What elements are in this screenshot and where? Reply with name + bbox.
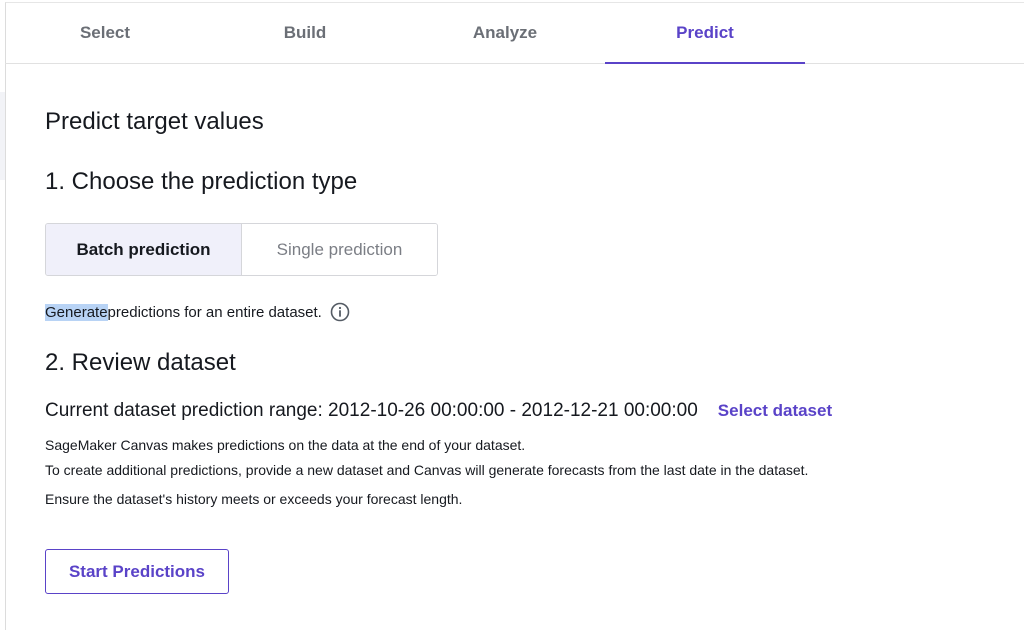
prediction-type-toggle: Batch prediction Single prediction [45,223,438,276]
workflow-tabs: Select Build Analyze Predict [5,2,1024,64]
tab-select[interactable]: Select [5,2,205,63]
prediction-range-text: Current dataset prediction range: 2012-1… [45,400,698,421]
section-title-review-dataset: 2. Review dataset [45,349,236,376]
tab-build[interactable]: Build [205,2,405,63]
page-title: Predict target values [45,108,264,135]
info-icon[interactable] [330,302,350,322]
dataset-range-row: Current dataset prediction range: 2012-1… [45,398,832,424]
batch-prediction-option[interactable]: Batch prediction [46,224,242,275]
tab-analyze[interactable]: Analyze [405,2,605,63]
note-line: To create additional predictions, provid… [45,462,809,478]
single-prediction-option[interactable]: Single prediction [242,224,437,275]
note-line: Ensure the dataset's history meets or ex… [45,491,463,507]
start-predictions-button[interactable]: Start Predictions [45,549,229,594]
select-dataset-link[interactable]: Select dataset [718,401,832,421]
section-title-prediction-type: 1. Choose the prediction type [45,168,358,195]
tab-predict[interactable]: Predict [605,2,805,64]
note-line: SageMaker Canvas makes predictions on th… [45,437,526,453]
prediction-type-description: Generate predictions for an entire datas… [45,300,350,324]
highlighted-text: Generate [45,303,108,321]
description-text: predictions for an entire dataset. [107,303,322,321]
